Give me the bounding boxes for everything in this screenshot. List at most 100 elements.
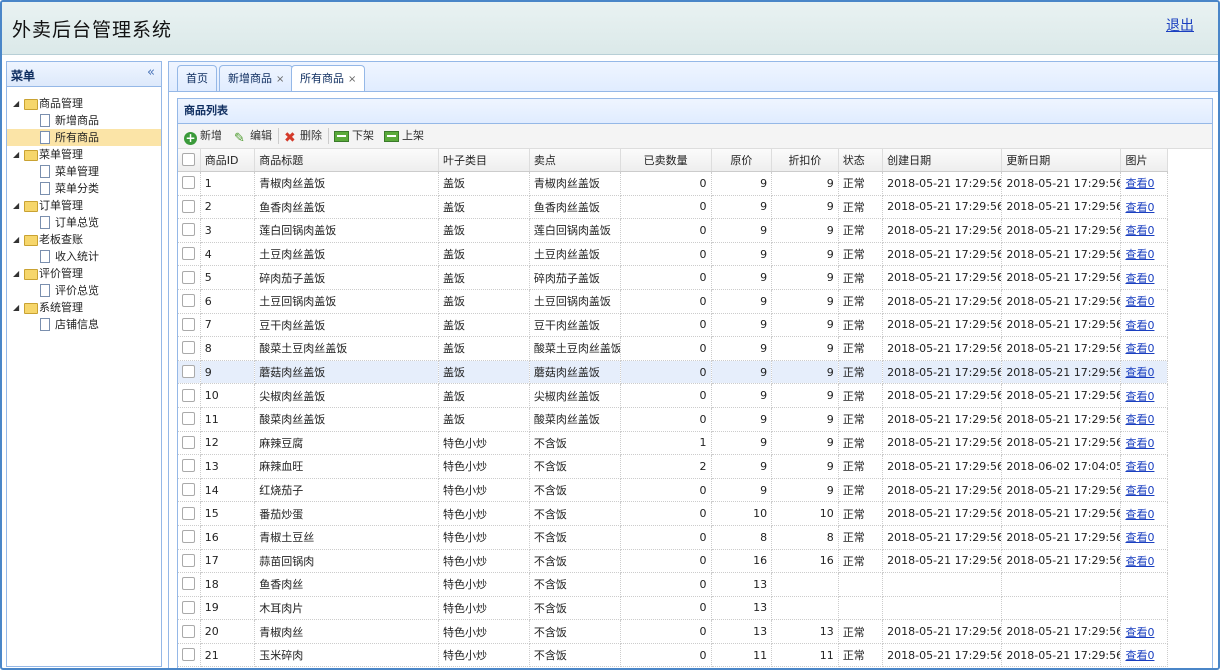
checkbox-icon[interactable]: [182, 176, 196, 190]
table-row[interactable]: 18 鱼香肉丝 特色小炒 不含饭 0 13: [178, 572, 1168, 597]
offline-button[interactable]: 下架: [334, 128, 374, 144]
view-image-link[interactable]: 查看0: [1125, 177, 1154, 190]
row-checkbox-cell[interactable]: [178, 383, 201, 408]
checkbox-icon[interactable]: [182, 624, 196, 638]
table-row[interactable]: 15 番茄炒蛋 特色小炒 不含饭 0 10 10 正常 2018-05-21 17:29:56 2…: [178, 501, 1168, 526]
column-header[interactable]: 创建日期: [882, 149, 1003, 172]
checkbox-icon[interactable]: [182, 435, 196, 449]
expand-arrow-icon[interactable]: ◢: [13, 265, 19, 282]
expand-arrow-icon[interactable]: ◢: [13, 197, 19, 214]
select-all-checkbox[interactable]: [178, 149, 201, 172]
view-image-link[interactable]: 查看0: [1125, 437, 1154, 450]
table-row[interactable]: 4 土豆肉丝盖饭 盖饭 土豆肉丝盖饭 0 9 9 正常 2018-05-21 17:29:56 2…: [178, 242, 1168, 267]
checkbox-icon[interactable]: [182, 577, 196, 591]
sidebar-item[interactable]: 评价总览: [7, 282, 161, 299]
row-checkbox-cell[interactable]: [178, 407, 201, 432]
view-image-link[interactable]: 查看0: [1125, 508, 1154, 521]
sidebar-group[interactable]: ◢ 商品管理: [7, 95, 161, 112]
row-checkbox-cell[interactable]: [178, 643, 201, 668]
expand-arrow-icon[interactable]: ◢: [13, 95, 19, 112]
checkbox-icon[interactable]: [182, 412, 196, 426]
view-image-link[interactable]: 查看0: [1125, 272, 1154, 285]
table-row[interactable]: 5 碎肉茄子盖饭 盖饭 碎肉茄子盖饭 0 9 9 正常 2018-05-21 17:29:56 2…: [178, 265, 1168, 290]
table-row[interactable]: 14 红烧茄子 特色小炒 不含饭 0 9 9 正常 2018-05-21 17:29:56 201…: [178, 478, 1168, 503]
view-image-link[interactable]: 查看0: [1125, 390, 1154, 403]
table-row[interactable]: 17 蒜苗回锅肉 特色小炒 不含饭 0 16 16 正常 2018-05-21 17:29:56…: [178, 549, 1168, 574]
row-checkbox-cell[interactable]: [178, 289, 201, 314]
view-image-link[interactable]: 查看0: [1125, 366, 1154, 379]
tab-item[interactable]: 首页: [177, 65, 217, 92]
sidebar-item[interactable]: 所有商品: [7, 129, 161, 146]
row-checkbox-cell[interactable]: [178, 195, 201, 220]
table-row[interactable]: 3 莲白回锅肉盖饭 盖饭 莲白回锅肉盖饭 0 9 9 正常 2018-05-21 17:29:5…: [178, 218, 1168, 243]
table-row[interactable]: 1 青椒肉丝盖饭 盖饭 青椒肉丝盖饭 0 9 9 正常 2018-05-21 17:29:56 2…: [178, 171, 1168, 196]
table-row[interactable]: 12 麻辣豆腐 特色小炒 不含饭 1 9 9 正常 2018-05-21 17:29:56 201…: [178, 431, 1168, 456]
column-header[interactable]: 原价: [711, 149, 773, 172]
view-image-link[interactable]: 查看0: [1125, 413, 1154, 426]
table-row[interactable]: 8 酸菜土豆肉丝盖饭 盖饭 酸菜土豆肉丝盖饭 0 9 9 正常 2018-05-21 17:29…: [178, 336, 1168, 361]
row-checkbox-cell[interactable]: [178, 171, 201, 196]
view-image-link[interactable]: 查看0: [1125, 201, 1154, 214]
row-checkbox-cell[interactable]: [178, 501, 201, 526]
view-image-link[interactable]: 查看0: [1125, 248, 1154, 261]
row-checkbox-cell[interactable]: [178, 360, 201, 385]
checkbox-icon[interactable]: [182, 223, 196, 237]
sidebar-group[interactable]: ◢ 老板查账: [7, 231, 161, 248]
checkbox-icon[interactable]: [182, 648, 196, 662]
table-row[interactable]: 2 鱼香肉丝盖饭 盖饭 鱼香肉丝盖饭 0 9 9 正常 2018-05-21 17:29:56 2…: [178, 195, 1168, 220]
view-image-link[interactable]: 查看0: [1125, 460, 1154, 473]
row-checkbox-cell[interactable]: [178, 313, 201, 338]
checkbox-icon[interactable]: [182, 199, 196, 213]
column-header[interactable]: 更新日期: [1001, 149, 1122, 172]
sidebar-item[interactable]: 菜单分类: [7, 180, 161, 197]
checkbox-icon[interactable]: [182, 388, 196, 402]
table-row[interactable]: 13 麻辣血旺 特色小炒 不含饭 2 9 9 正常 2018-05-21 17:29:56 201…: [178, 454, 1168, 479]
view-image-link[interactable]: 查看0: [1125, 295, 1154, 308]
sidebar-group[interactable]: ◢ 订单管理: [7, 197, 161, 214]
checkbox-icon[interactable]: [182, 317, 196, 331]
sidebar-item[interactable]: 订单总览: [7, 214, 161, 231]
table-row[interactable]: 6 土豆回锅肉盖饭 盖饭 土豆回锅肉盖饭 0 9 9 正常 2018-05-21 17:29:5…: [178, 289, 1168, 314]
sidebar-group[interactable]: ◢ 系统管理: [7, 299, 161, 316]
edit-button[interactable]: ✎ 编辑: [234, 128, 272, 145]
column-header[interactable]: 状态: [838, 149, 884, 172]
row-checkbox-cell[interactable]: [178, 265, 201, 290]
delete-button[interactable]: ✖ 删除: [284, 128, 322, 145]
checkbox-icon[interactable]: [182, 553, 196, 567]
row-checkbox-cell[interactable]: [178, 431, 201, 456]
tab-item[interactable]: 新增商品 ×: [219, 65, 294, 92]
view-image-link[interactable]: 查看0: [1125, 484, 1154, 497]
checkbox-icon[interactable]: [182, 530, 196, 544]
close-icon[interactable]: ×: [276, 74, 284, 85]
add-button[interactable]: + 新增: [184, 128, 222, 145]
view-image-link[interactable]: 查看0: [1125, 342, 1154, 355]
column-header[interactable]: 已卖数量: [620, 149, 712, 172]
checkbox-icon[interactable]: [182, 459, 196, 473]
table-row[interactable]: 19 木耳肉片 特色小炒 不含饭 0 13: [178, 596, 1168, 621]
column-header[interactable]: 图片: [1120, 149, 1168, 172]
checkbox-icon[interactable]: [182, 247, 196, 261]
row-checkbox-cell[interactable]: [178, 525, 201, 550]
checkbox-icon[interactable]: [182, 270, 196, 284]
tab-item[interactable]: 所有商品 ×: [291, 65, 366, 93]
checkbox-icon[interactable]: [182, 600, 196, 614]
sidebar-group[interactable]: ◢ 评价管理: [7, 265, 161, 282]
row-checkbox-cell[interactable]: [178, 619, 201, 644]
checkbox-icon[interactable]: [182, 483, 196, 497]
row-checkbox-cell[interactable]: [178, 336, 201, 361]
view-image-link[interactable]: 查看0: [1125, 555, 1154, 568]
collapse-icon[interactable]: «: [147, 65, 155, 80]
logout-link[interactable]: 退出: [1166, 15, 1194, 35]
sidebar-item[interactable]: 店铺信息: [7, 316, 161, 333]
sidebar-group[interactable]: ◢ 菜单管理: [7, 146, 161, 163]
row-checkbox-cell[interactable]: [178, 218, 201, 243]
row-checkbox-cell[interactable]: [178, 572, 201, 597]
column-header[interactable]: 商品ID: [200, 149, 256, 172]
checkbox-icon[interactable]: [182, 153, 196, 166]
row-checkbox-cell[interactable]: [178, 454, 201, 479]
table-row[interactable]: 20 青椒肉丝 特色小炒 不含饭 0 13 13 正常 2018-05-21 17:29:56 2…: [178, 619, 1168, 644]
view-image-link[interactable]: 查看0: [1125, 649, 1154, 662]
table-row[interactable]: 11 酸菜肉丝盖饭 盖饭 酸菜肉丝盖饭 0 9 9 正常 2018-05-21 17:29:56…: [178, 407, 1168, 432]
column-header[interactable]: 折扣价: [771, 149, 839, 172]
table-row[interactable]: 16 青椒土豆丝 特色小炒 不含饭 0 8 8 正常 2018-05-21 17:29:56 20…: [178, 525, 1168, 550]
